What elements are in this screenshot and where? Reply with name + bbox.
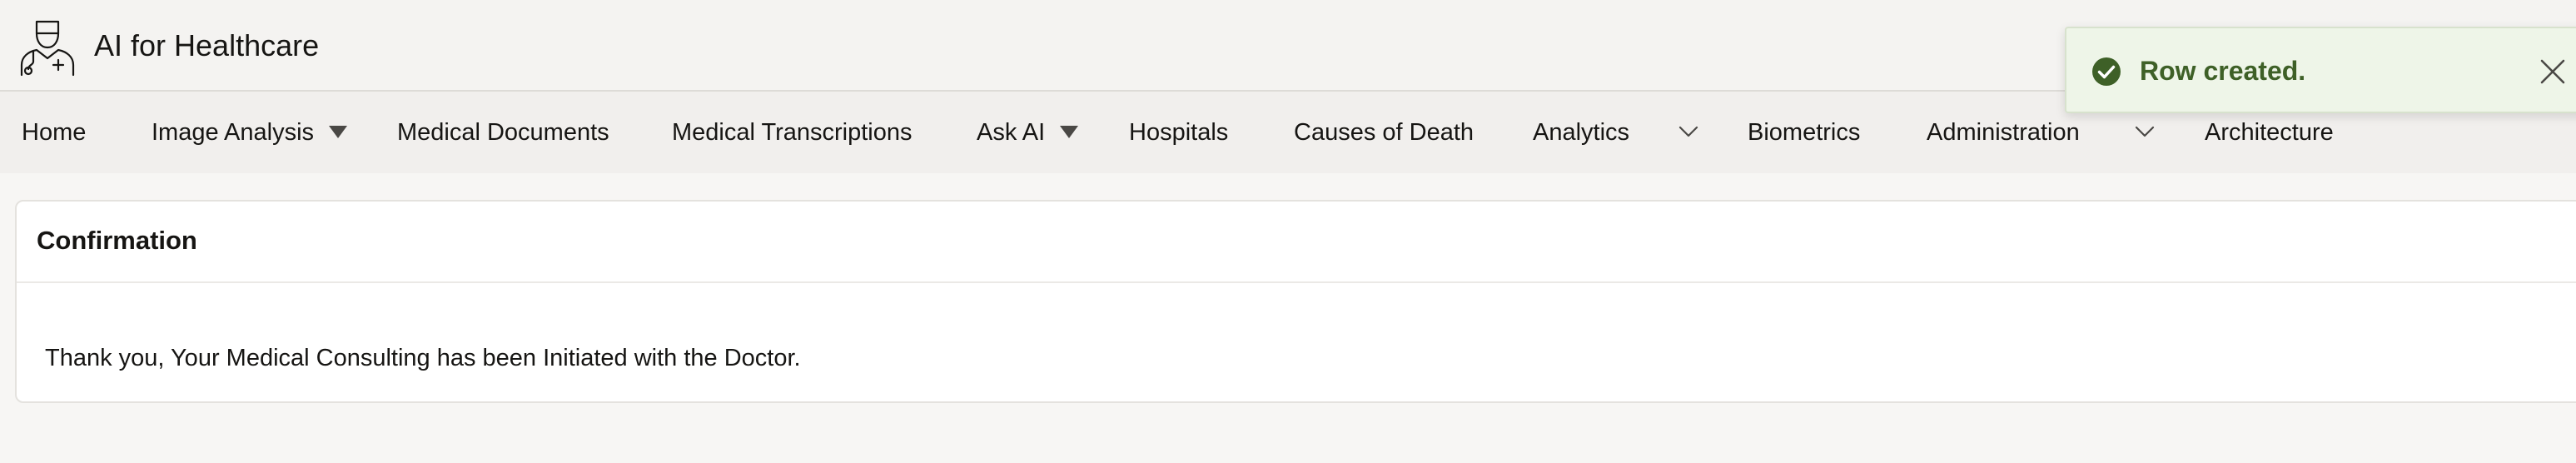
nav-item-medical-transcriptions[interactable]: Medical Transcriptions <box>672 92 913 173</box>
close-icon[interactable] <box>2536 55 2569 88</box>
nav-item-medical-documents[interactable]: Medical Documents <box>397 92 609 173</box>
nav-item-administration[interactable]: Administration <box>1927 92 2080 173</box>
success-toast: Row created. <box>2065 27 2576 113</box>
chevron-down-icon[interactable] <box>1677 122 1700 142</box>
nav-item-ask-ai[interactable]: Ask AI <box>977 92 1045 173</box>
confirmation-region: Confirmation Thank you, Your Medical Con… <box>15 200 2576 403</box>
nav-item-biometrics[interactable]: Biometrics <box>1748 92 1860 173</box>
nav-item-causes-of-death[interactable]: Causes of Death <box>1294 92 1474 173</box>
nav-item-hospitals[interactable]: Hospitals <box>1129 92 1228 173</box>
triangle-down-icon[interactable] <box>1057 122 1081 142</box>
doctor-icon[interactable] <box>18 17 77 77</box>
nav-item-home[interactable]: Home <box>22 92 86 173</box>
toast-message: Row created. <box>2140 56 2306 86</box>
check-circle-icon <box>2092 57 2121 86</box>
triangle-down-icon[interactable] <box>326 122 350 142</box>
region-title: Confirmation <box>37 226 197 255</box>
confirmation-message: Thank you, Your Medical Consulting has b… <box>45 345 801 371</box>
nav-item-analytics[interactable]: Analytics <box>1533 92 1629 173</box>
region-header: Confirmation <box>17 202 2576 283</box>
app-title[interactable]: AI for Healthcare <box>94 25 319 67</box>
nav-item-image-analysis[interactable]: Image Analysis <box>152 92 314 173</box>
chevron-down-icon[interactable] <box>2133 122 2156 142</box>
